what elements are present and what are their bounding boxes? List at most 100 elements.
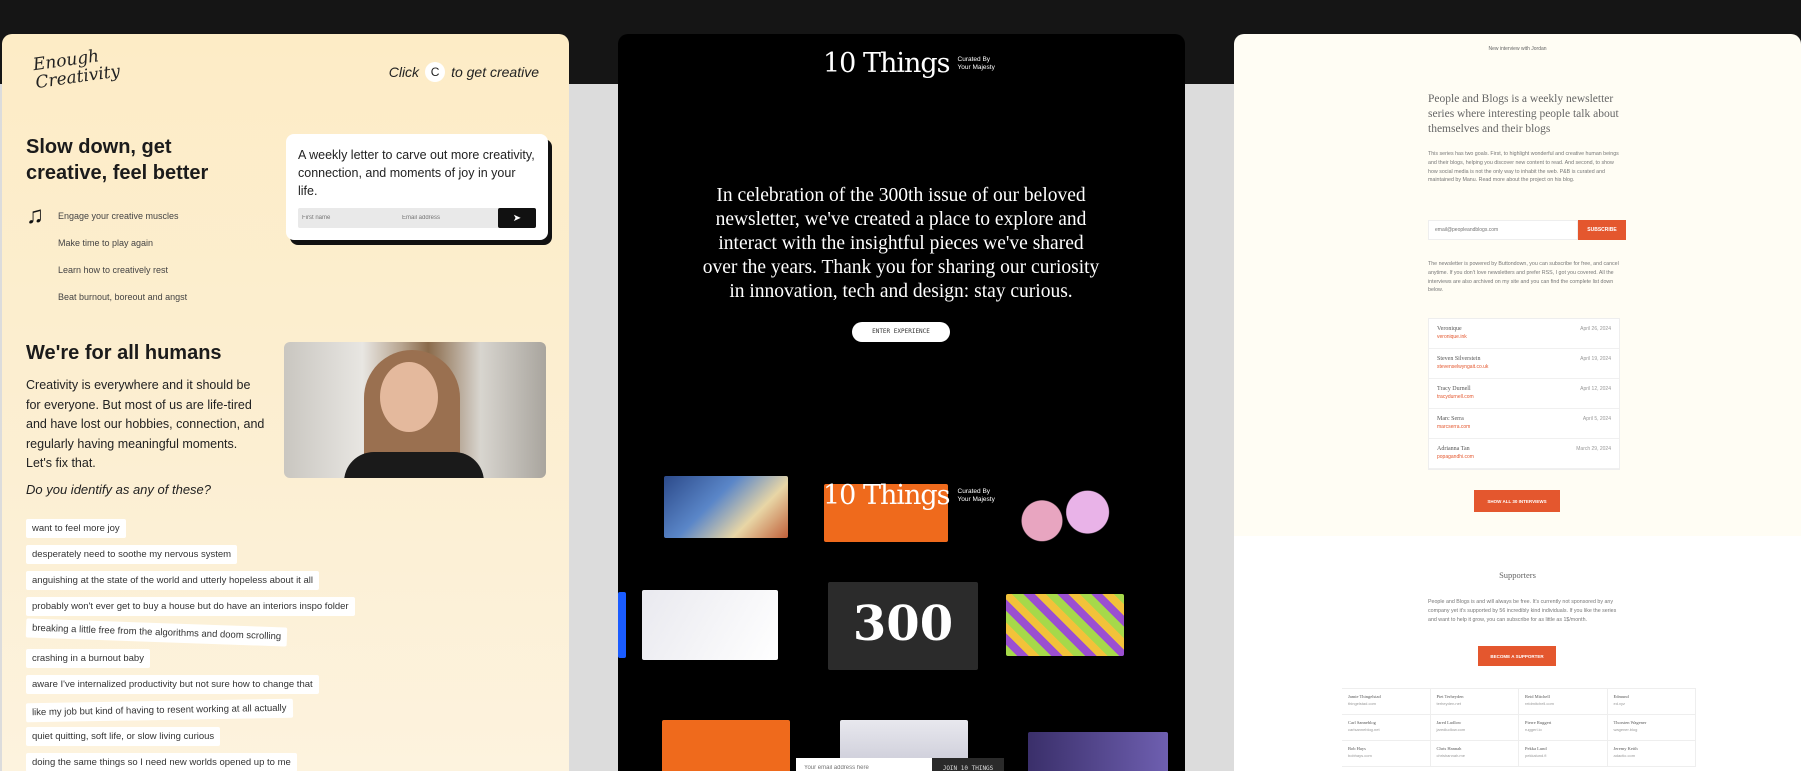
interviewee-site[interactable]: tracydurnell.com — [1437, 394, 1474, 400]
identity-tag[interactable]: aware I've internalized productivity but… — [26, 675, 319, 694]
new-interview-link[interactable]: New interview with Jordan — [1234, 46, 1801, 52]
section-heading: We're for all humans — [26, 342, 222, 364]
identity-tag[interactable]: doing the same things so I need new worl… — [26, 753, 297, 771]
identify-question: Do you identify as any of these? — [26, 482, 212, 497]
newsletter-info: The newsletter is powered by Buttondown,… — [1428, 261, 1619, 294]
supporter-site: wagener.blog — [1613, 727, 1638, 732]
identity-tag[interactable]: breaking a little free from the algorith… — [25, 618, 288, 647]
supporter-cell[interactable]: Pekka Lund pekkalund.fi — [1519, 741, 1608, 767]
orange-ten-things-tile[interactable] — [662, 720, 790, 771]
join-button[interactable]: JOIN 10 THINGS — [932, 758, 1004, 771]
interview-row[interactable]: Steven Silverstein stevenselwyngait.co.uk… — [1429, 349, 1619, 379]
interviewee-name[interactable]: Tracy Durnell — [1437, 386, 1474, 392]
ten-things-logo[interactable]: 10 Things Curated By Your Majesty — [823, 48, 1002, 79]
interviewee-site[interactable]: veronique.ink — [1437, 334, 1467, 340]
supporter-cell[interactable]: Jamie Thingelstad thingelstad.com — [1342, 689, 1431, 715]
three-hundred-tile[interactable]: 300 — [828, 582, 978, 670]
supporter-site: chrishannah.me — [1436, 753, 1465, 758]
rocket-illustration-tile[interactable] — [664, 476, 788, 538]
enter-experience-button[interactable]: ENTER EXPERIENCE — [852, 322, 950, 342]
email-input[interactable] — [1428, 220, 1578, 240]
supporter-cell[interactable]: Bob Hays bobhays.com — [1342, 741, 1431, 767]
interviewee-site[interactable]: stevenselwyngait.co.uk — [1437, 364, 1488, 370]
email-input[interactable] — [398, 208, 498, 228]
identity-tag[interactable]: like my job but kind of having to resent… — [25, 698, 293, 723]
overlay-tagline: Curated By Your Majesty — [957, 487, 995, 503]
supporter-name: Bob Hays — [1348, 746, 1366, 751]
pink-ten-3d-tile[interactable] — [642, 590, 778, 660]
supporter-cell[interactable]: Reid Mitchell reidmitchell.com — [1519, 689, 1608, 715]
interview-date: April 19, 2024 — [1580, 356, 1611, 362]
purple-ten-things-tile[interactable] — [1028, 732, 1168, 771]
three-hundred-text: 300 — [852, 596, 954, 652]
interview-row[interactable]: Veronique veronique.ink April 26, 2024 — [1429, 319, 1619, 349]
pattern-tile[interactable] — [1006, 594, 1124, 656]
hint-prefix: Click — [388, 64, 420, 80]
interview-row[interactable]: Adrianna Tan popagandhi.com March 29, 202… — [1429, 439, 1619, 469]
interviewee-name[interactable]: Adrianna Tan — [1437, 446, 1474, 452]
identity-tag[interactable]: quiet quitting, soft life, or slow livin… — [26, 727, 221, 746]
interview-row[interactable]: Marc Serra marcserra.com April 5, 2024 — [1429, 409, 1619, 439]
identity-tag[interactable]: probably won't ever get to buy a house b… — [26, 597, 355, 616]
pink-pills-tile[interactable] — [1006, 486, 1126, 544]
benefit-label: Make time to play again — [58, 237, 154, 248]
side-blue-tile[interactable] — [618, 592, 626, 658]
music-note-icon: ♫ — [26, 201, 44, 229]
supporter-site: thingelstad.com — [1348, 701, 1377, 706]
arrow-right-icon: ➤ — [512, 212, 522, 224]
supporter-site: reidmitchell.com — [1525, 701, 1554, 706]
keycap-c[interactable]: C — [425, 62, 446, 82]
supporter-site: jaredludlow.com — [1436, 727, 1466, 732]
supporter-cell[interactable]: Carl Sanneblog carlsanneblog.net — [1342, 715, 1431, 741]
interview-date: April 12, 2024 — [1580, 386, 1611, 392]
supporter-site: carlsanneblog.net — [1348, 727, 1380, 732]
interviewee-name[interactable]: Marc Serra — [1437, 416, 1470, 422]
identity-tag[interactable]: desperately need to soothe my nervous sy… — [26, 545, 238, 564]
enough-creativity-preview[interactable]: Enough Creativity Click C to get creativ… — [2, 34, 569, 771]
interviewee-name[interactable]: Steven Silverstein — [1437, 356, 1488, 362]
email-input[interactable] — [796, 758, 932, 771]
site-logo[interactable]: Enough Creativity — [32, 44, 126, 93]
supporter-name: Reid Mitchell — [1525, 694, 1550, 699]
celebration-message: In celebration of the 300th issue of our… — [702, 185, 1100, 302]
subscribe-button[interactable]: SUBSCRIBE — [1578, 220, 1626, 240]
identity-tag[interactable]: want to feel more joy — [26, 519, 126, 538]
interview-row[interactable]: Tracy Durnell tracydurnell.com April 12, … — [1429, 379, 1619, 409]
people-and-blogs-preview[interactable]: New interview with Jordan People and Blo… — [1234, 34, 1801, 771]
interview-date: April 5, 2024 — [1582, 416, 1611, 422]
supporter-site: ed.xyz — [1613, 701, 1626, 706]
interviewee-name[interactable]: Veronique — [1437, 326, 1467, 332]
supporter-cell[interactable]: Edmund ed.xyz — [1607, 689, 1696, 715]
identity-tag[interactable]: crashing in a burnout baby — [26, 649, 150, 668]
interviewee-site[interactable]: popagandhi.com — [1437, 454, 1474, 460]
supporter-cell[interactable]: Jared Ludlow jaredludlow.com — [1430, 715, 1519, 741]
supporter-name: Pierre Ruggeri — [1525, 720, 1552, 725]
supporter-cell[interactable]: Chris Hannah chrishannah.me — [1430, 741, 1519, 767]
ten-things-preview[interactable]: 10 Things Curated By Your Majesty In cel… — [618, 34, 1185, 771]
supporter-name: Chris Hannah — [1436, 746, 1462, 751]
supporter-cell[interactable]: Pierre Ruggeri ruggeri.io — [1519, 715, 1608, 741]
identity-tag[interactable]: anguishing at the state of the world and… — [26, 571, 319, 590]
supporter-name: Jared Ludlow — [1436, 720, 1462, 725]
show-all-interviews-button[interactable]: SHOW ALL 30 INTERVIEWS — [1474, 490, 1560, 512]
benefit-list: ♫ Engage your creative muscles Make time… — [26, 202, 187, 310]
logo-tagline: Curated By Your Majesty — [957, 55, 995, 71]
overlay-wordmark: 10 Things — [823, 480, 951, 511]
first-name-input[interactable] — [298, 208, 398, 228]
interviewee-site[interactable]: marcserra.com — [1437, 424, 1470, 430]
supporter-name: Thorsten Wagener — [1613, 720, 1647, 725]
benefit-label: Learn how to creatively rest — [58, 264, 169, 275]
subscribe-form: SUBSCRIBE — [1428, 220, 1626, 240]
hero-heading: Slow down, get creative, feel better — [26, 136, 209, 184]
supporters-heading: Supporters — [1499, 570, 1536, 580]
become-supporter-button[interactable]: BECOME A SUPPORTER — [1478, 646, 1556, 666]
supporter-site: ruggeri.io — [1525, 727, 1542, 732]
supporter-cell[interactable]: Thorsten Wagener wagener.blog — [1607, 715, 1696, 741]
supporter-name: Jamie Thingelstad — [1348, 694, 1381, 699]
benefit-label: Beat burnout, boreout and angst — [58, 291, 188, 302]
supporter-cell[interactable]: Piet Terheyden terheyden.net — [1430, 689, 1519, 715]
supporter-name: Jeremy Keith — [1613, 746, 1638, 751]
submit-arrow-button[interactable]: ➤ — [498, 208, 536, 228]
supporter-site: terheyden.net — [1436, 701, 1461, 706]
supporter-cell[interactable]: Jeremy Keith adactio.com — [1607, 741, 1696, 767]
